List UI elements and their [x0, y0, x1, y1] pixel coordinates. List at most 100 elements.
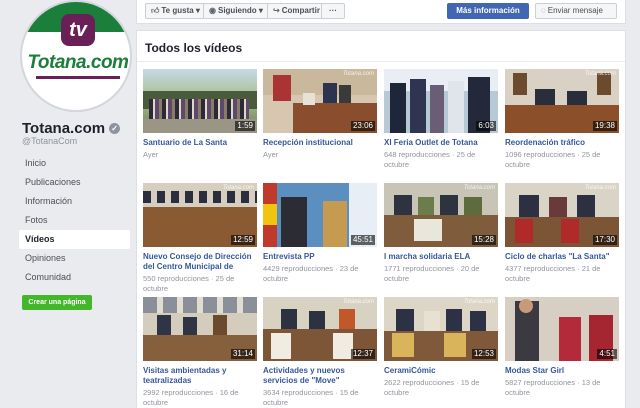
nav-item-opiniones[interactable]: Opiniones	[19, 249, 130, 268]
section-title: Todos los vídeos	[145, 41, 243, 55]
video-card[interactable]: Totana.com 12:37 Actividades y nuevos se…	[263, 297, 377, 408]
verified-check-icon: ✓	[109, 123, 121, 134]
video-title[interactable]: Visitas ambientadas y teatralizadas	[143, 366, 257, 386]
nav-item-fotos[interactable]: Fotos	[19, 211, 130, 230]
logo-text: Totana.com	[27, 52, 129, 73]
video-title[interactable]: Ciclo de charlas "La Santa"	[505, 252, 619, 262]
video-title[interactable]: XI Feria Outlet de Totana	[384, 138, 498, 148]
video-meta: Ayer	[143, 150, 159, 159]
video-card[interactable]: 45:51 Entrevista PP 4429 reproducciones …	[263, 183, 377, 284]
page-handle[interactable]: @TotanaCom	[22, 136, 77, 146]
video-thumbnail[interactable]: Totana.com 15:28	[384, 183, 498, 247]
video-duration: 4:51	[597, 349, 617, 359]
video-card[interactable]: Totana.com 19:38 Reordenación tráfico 10…	[505, 69, 619, 170]
video-thumbnail[interactable]: Totana.com 12:59	[143, 183, 257, 247]
nav-item-inicio[interactable]: Inicio	[19, 154, 130, 173]
video-duration: 12:53	[471, 349, 496, 359]
chevron-down-icon: ▾	[258, 6, 263, 15]
video-title[interactable]: I marcha solidaria ELA	[384, 252, 498, 262]
video-meta: Ayer	[263, 150, 279, 159]
follow-label: Siguiendo	[217, 6, 257, 15]
video-duration: 23:06	[350, 121, 375, 131]
video-title[interactable]: Santuario de La Santa	[143, 138, 257, 148]
share-button[interactable]: ↪ Compartir	[267, 3, 326, 19]
watermark: Totana.com	[463, 185, 495, 191]
watermark: Totana.com	[584, 185, 616, 191]
video-card[interactable]: 4:51 Modas Star Girl 5827 reproducciones…	[505, 297, 619, 398]
like-label: Te gusta	[161, 6, 194, 15]
messenger-icon: ◌	[541, 6, 546, 15]
video-meta: 4377 reproducciones · 21 de octubre	[505, 264, 601, 283]
watermark: Totana.com	[342, 71, 374, 77]
logo-underline	[36, 76, 120, 79]
video-duration: 15:28	[471, 235, 496, 245]
video-duration: 17:30	[592, 235, 617, 245]
share-label: Compartir	[281, 6, 320, 15]
page-nav: Inicio Publicaciones Información Fotos V…	[19, 154, 130, 287]
video-meta: 5827 reproducciones · 13 de octubre	[505, 378, 601, 397]
watermark: Totana.com	[222, 185, 254, 191]
video-card[interactable]: Totana.com 15:28 I marcha solidaria ELA …	[384, 183, 498, 284]
video-thumbnail[interactable]: Totana.com 12:53	[384, 297, 498, 361]
video-card[interactable]: Totana.com 23:06 Recepción institucional…	[263, 69, 377, 160]
nav-item-publicaciones[interactable]: Publicaciones	[19, 173, 130, 192]
video-duration: 19:38	[592, 121, 617, 131]
page-name-text[interactable]: Totana.com	[22, 120, 105, 137]
nav-item-informacion[interactable]: Información	[19, 192, 130, 211]
send-message-button[interactable]: ◌ Enviar mensaje	[535, 3, 617, 19]
video-thumbnail[interactable]: Totana.com 12:37	[263, 297, 377, 361]
video-card[interactable]: 1:59 Santuario de La Santa Ayer	[143, 69, 257, 160]
page-title[interactable]: Totana.com ✓	[22, 120, 121, 137]
video-duration: 12:37	[350, 349, 375, 359]
watermark: Totana.com	[463, 299, 495, 305]
watermark: Totana.com	[584, 71, 616, 77]
page-action-bar: 👍︎ Te gusta ▾ ◉ Siguiendo ▾ ↪ Compartir ···…	[136, 0, 626, 24]
video-meta: 2622 reproducciones · 15 de octubre	[384, 378, 480, 397]
video-thumbnail[interactable]: 1:59	[143, 69, 257, 133]
video-title[interactable]: CeramiCómic	[384, 366, 498, 376]
divider	[137, 61, 625, 62]
video-duration: 6:03	[476, 121, 496, 131]
video-title[interactable]: Reordenación tráfico	[505, 138, 619, 148]
video-thumbnail[interactable]: Totana.com 17:30	[505, 183, 619, 247]
watermark: Totana.com	[342, 299, 374, 305]
video-card[interactable]: Totana.com 17:30 Ciclo de charlas "La Sa…	[505, 183, 619, 284]
video-meta: 1096 reproducciones · 25 de octubre	[505, 150, 601, 169]
rss-icon: ◉	[209, 6, 216, 15]
video-meta: 648 reproducciones · 25 de octubre	[384, 150, 476, 169]
video-duration: 31:14	[230, 349, 255, 359]
more-info-button[interactable]: Más información	[447, 3, 529, 19]
videos-panel: Todos los vídeos 1:59 Santuario de La Sa…	[136, 30, 626, 408]
video-card[interactable]: Totana.com 12:53 CeramiCómic 2622 reprod…	[384, 297, 498, 398]
video-thumbnail[interactable]: 31:14	[143, 297, 257, 361]
video-title[interactable]: Nuevo Consejo de Dirección del Centro Mu…	[143, 252, 257, 272]
video-meta: 550 reproducciones · 25 de octubre	[143, 274, 235, 293]
logo-mark: tv	[61, 14, 95, 46]
share-icon: ↪	[273, 6, 280, 15]
video-thumbnail[interactable]: Totana.com 23:06	[263, 69, 377, 133]
page-profile-picture[interactable]: tv Totana.com	[20, 0, 132, 112]
video-duration: 1:59	[235, 121, 255, 131]
video-thumbnail[interactable]: 6:03	[384, 69, 498, 133]
create-page-button[interactable]: Crear una página	[22, 295, 92, 310]
video-thumbnail[interactable]: 45:51	[263, 183, 377, 247]
video-meta: 2992 reproducciones · 16 de octubre	[143, 388, 239, 407]
video-thumbnail[interactable]: 4:51	[505, 297, 619, 361]
thumbs-up-icon: 👍︎	[151, 6, 160, 15]
video-title[interactable]: Recepción institucional	[263, 138, 377, 148]
video-card[interactable]: Totana.com 12:59 Nuevo Consejo de Direcc…	[143, 183, 257, 294]
video-title[interactable]: Entrevista PP	[263, 252, 377, 262]
video-title[interactable]: Actividades y nuevos servicios de "Move"	[263, 366, 377, 386]
more-options-button[interactable]: ···	[321, 3, 345, 19]
send-message-label: Enviar mensaje	[547, 6, 603, 15]
video-card[interactable]: 6:03 XI Feria Outlet de Totana 648 repro…	[384, 69, 498, 170]
nav-item-videos[interactable]: Vídeos	[19, 230, 130, 249]
chevron-down-icon: ▾	[195, 6, 200, 15]
video-thumbnail[interactable]: Totana.com 19:38	[505, 69, 619, 133]
video-card[interactable]: 31:14 Visitas ambientadas y teatralizada…	[143, 297, 257, 408]
video-meta: 1771 reproducciones · 20 de octubre	[384, 264, 480, 283]
nav-item-comunidad[interactable]: Comunidad	[19, 268, 130, 287]
video-title[interactable]: Modas Star Girl	[505, 366, 619, 376]
follow-button[interactable]: ◉ Siguiendo ▾	[203, 3, 269, 19]
like-button[interactable]: 👍︎ Te gusta ▾	[145, 3, 206, 19]
